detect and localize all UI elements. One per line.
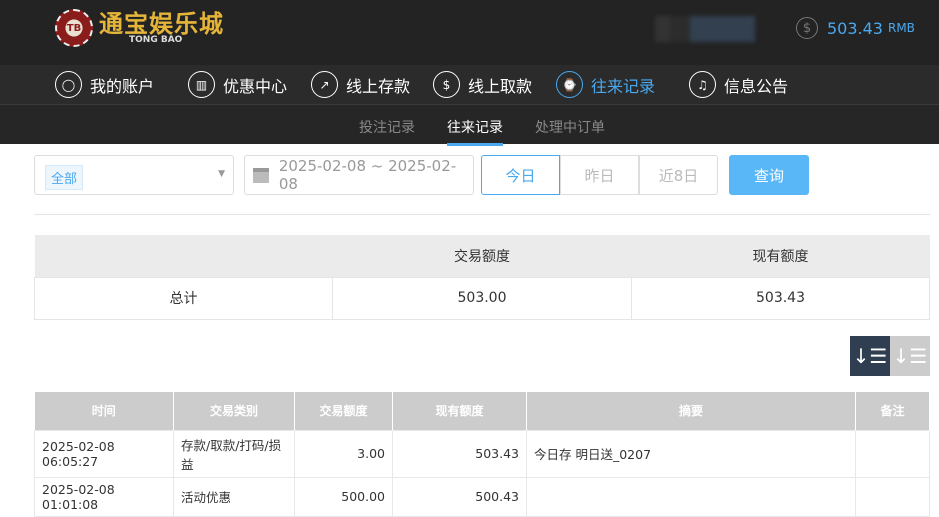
nav-records[interactable]: ⌚ 往来记录 — [556, 71, 655, 98]
record-icon: ⌚ — [556, 71, 583, 98]
date-range-input[interactable]: 2025-02-08 ~ 2025-02-08 — [244, 155, 474, 195]
cell-balance: 503.43 — [392, 429, 527, 478]
yesterday-button[interactable]: 昨日 — [560, 155, 639, 195]
tab-transaction-records[interactable]: 往来记录 — [447, 117, 503, 146]
nav-label: 优惠中心 — [223, 76, 288, 96]
table-row: 2025-02-08 01:01:08 活动优惠 500.00 500.43 — [34, 476, 930, 517]
selected-type-tag: 全部 — [45, 165, 84, 190]
nav-notices[interactable]: ♫ 信息公告 — [689, 71, 788, 98]
table-row: 2025-02-08 06:05:27 存款/取款/打码/损益 3.00 503… — [34, 429, 930, 478]
nav-my-account[interactable]: ◯ 我的账户 — [55, 71, 154, 98]
summary-header: 交易额度 — [332, 235, 632, 277]
withdraw-icon: $ — [433, 71, 460, 98]
cell-summary: 今日存 明日送_0207 — [526, 429, 856, 478]
divider — [34, 214, 930, 215]
cell-amount: 3.00 — [294, 429, 393, 478]
column-header: 交易额度 — [294, 392, 393, 430]
nav-label: 往来记录 — [591, 76, 656, 96]
logo[interactable]: TB 通宝娱乐城 TONG BAO — [55, 9, 224, 47]
column-header: 交易类别 — [173, 392, 295, 430]
balance: $503.43 RMB — [796, 17, 915, 39]
currency: RMB — [887, 21, 915, 35]
chevron-down-icon: ▼ — [218, 169, 225, 179]
date-range-value: 2025-02-08 ~ 2025-02-08 — [278, 157, 457, 193]
search-button[interactable]: 查询 — [729, 155, 809, 195]
nav-deposit[interactable]: ↗ 线上存款 — [311, 71, 410, 98]
nav-label: 信息公告 — [724, 76, 789, 96]
user-icon: ◯ — [55, 71, 82, 98]
summary-cell: 503.00 — [332, 276, 632, 320]
tab-bet-records[interactable]: 投注记录 — [359, 117, 415, 137]
column-header: 现有额度 — [392, 392, 527, 430]
gift-icon: ▥ — [188, 71, 215, 98]
cell-summary — [526, 476, 856, 517]
column-header: 摘要 — [526, 392, 856, 430]
summary-header: 现有额度 — [631, 235, 930, 277]
main-nav: ◯ 我的账户 ▥ 优惠中心 ↗ 线上存款 $ 线上取款 ⌚ 往来记录 ♫ 信息公告 — [0, 65, 939, 105]
summary-cell: 503.43 — [631, 276, 930, 320]
nav-promotions[interactable]: ▥ 优惠中心 — [188, 71, 287, 98]
calendar-icon — [253, 167, 269, 183]
last-8-days-button[interactable]: 近8日 — [639, 155, 718, 195]
transactions-table: 时间 交易类别 交易额度 现有额度 摘要 备注 2025-02-08 06:05… — [34, 392, 930, 517]
sort-asc-icon[interactable]: ↓☰ — [890, 336, 930, 376]
bell-icon: ♫ — [689, 71, 716, 98]
username-blurred — [655, 16, 755, 42]
summary-table: 交易额度 现有额度 总计 503.00 503.43 — [34, 235, 930, 320]
sort-desc-icon[interactable]: ↓☰ — [850, 336, 890, 376]
tab-pending-orders[interactable]: 处理中订单 — [535, 117, 605, 137]
cell-type: 活动优惠 — [173, 476, 295, 517]
nav-label: 线上存款 — [346, 76, 411, 96]
today-button[interactable]: 今日 — [481, 155, 560, 195]
balance-amount: 503.43 — [827, 18, 883, 38]
cell-time: 2025-02-08 01:01:08 — [34, 476, 174, 517]
type-select[interactable]: 全部 ▼ — [34, 155, 234, 195]
column-header: 备注 — [855, 392, 930, 430]
logo-text: 通宝娱乐城 — [99, 9, 224, 38]
deposit-icon: ↗ — [311, 71, 338, 98]
nav-label: 线上取款 — [468, 76, 533, 96]
nav-label: 我的账户 — [90, 76, 155, 96]
dollar-icon: $ — [796, 17, 818, 39]
cell-note — [855, 429, 930, 478]
summary-cell: 总计 — [34, 276, 333, 320]
summary-header — [34, 235, 333, 277]
cell-type: 存款/取款/打码/损益 — [173, 429, 295, 478]
sub-nav: 投注记录 往来记录 处理中订单 — [0, 105, 939, 146]
cell-balance: 500.43 — [392, 476, 527, 517]
cell-note — [855, 476, 930, 517]
top-bar: TB 通宝娱乐城 TONG BAO $503.43 RMB — [0, 0, 939, 65]
cell-time: 2025-02-08 06:05:27 — [34, 429, 174, 478]
column-header: 时间 — [34, 392, 174, 430]
logo-chip-icon: TB — [55, 9, 93, 47]
cell-amount: 500.00 — [294, 476, 393, 517]
nav-withdraw[interactable]: $ 线上取款 — [433, 71, 532, 98]
